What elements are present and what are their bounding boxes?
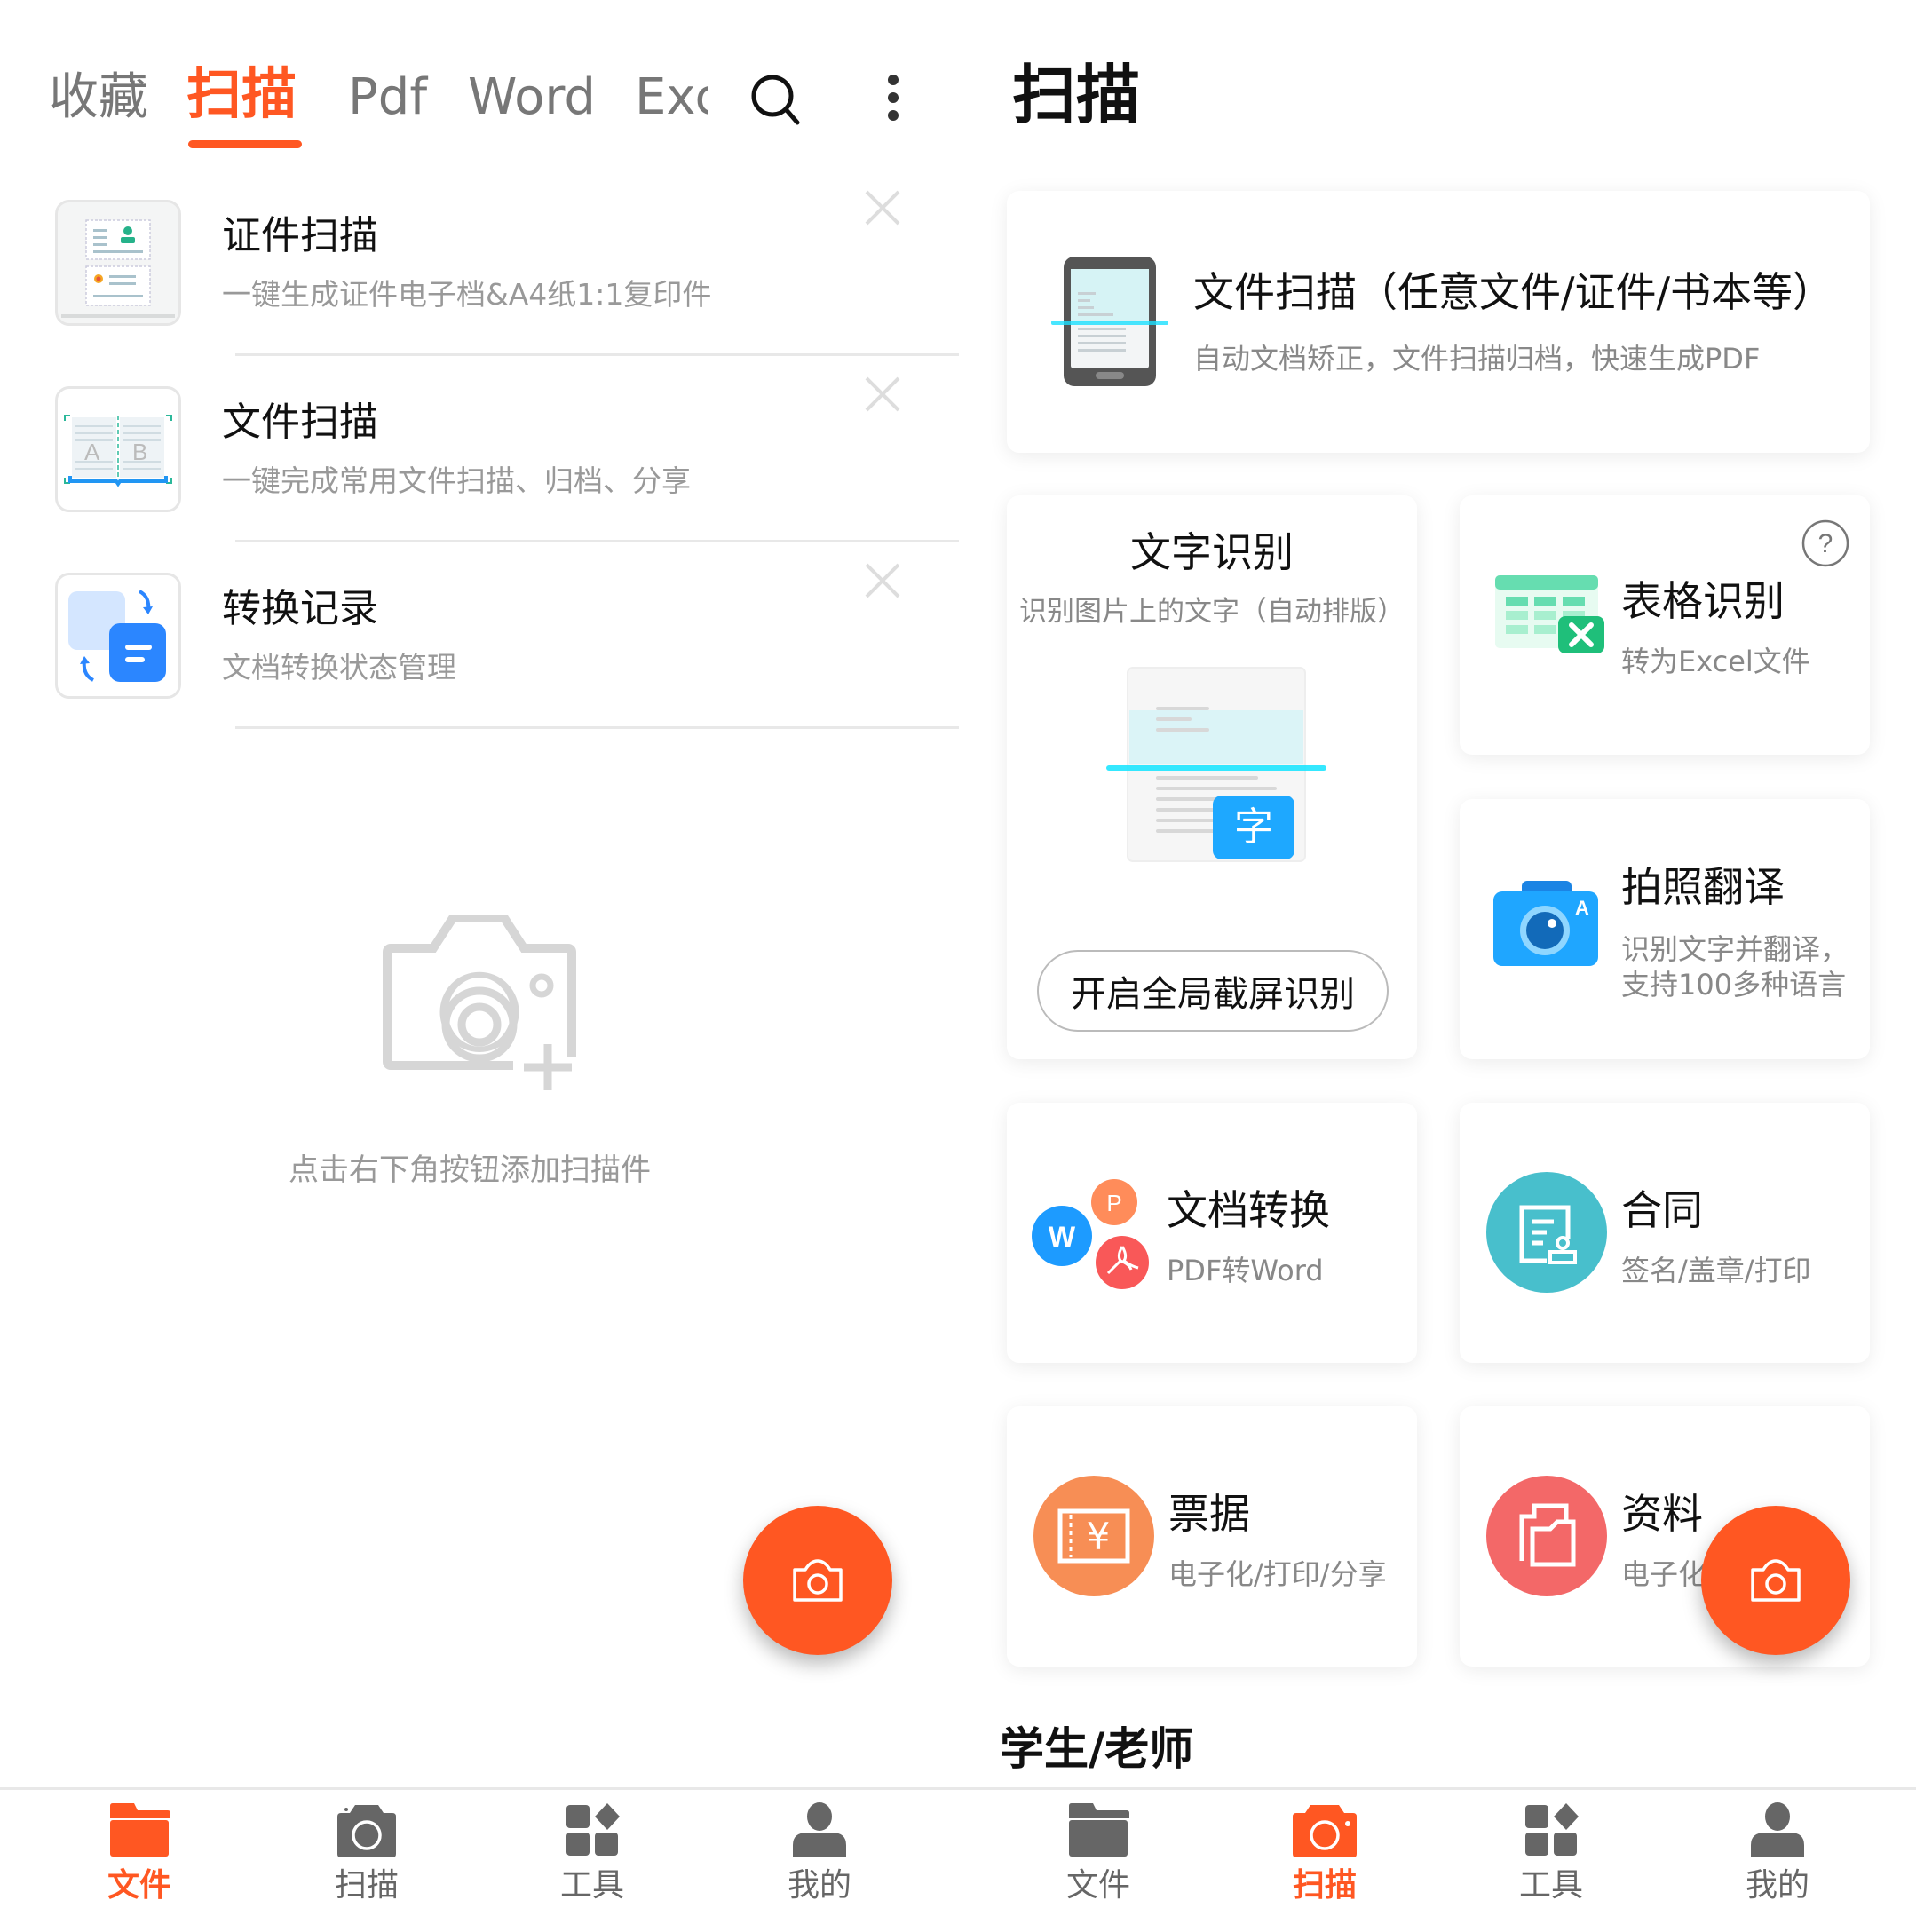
tools-icon [566,1803,620,1856]
card-title: 拍照翻译 [1621,863,1785,911]
nav-me[interactable]: 我的 [1706,1802,1849,1927]
item-subtitle: 一键完成常用文件扫描、归档、分享 [222,463,691,498]
nav-files[interactable]: 文件 [68,1802,210,1927]
svg-text:P: P [1106,1190,1121,1216]
tab-pdf[interactable]: Pdf [348,64,427,131]
item-title: 转换记录 [222,586,378,631]
card-subtitle-line: 支持100多种语言 [1621,968,1847,1002]
divider [235,353,959,356]
camera-icon [793,1559,843,1602]
card-subtitle: 签名/盖章/打印 [1621,1254,1811,1287]
nav-tools[interactable]: 工具 [1480,1802,1622,1927]
card-title: 文件扫描（任意文件/证件/书本等） [1193,268,1833,316]
tab-favorites[interactable]: 收藏 [49,64,148,131]
doc-convert-card[interactable]: P W 文档转换 PDF转Word [1007,1103,1417,1363]
scan-fab-button[interactable] [743,1506,892,1655]
item-title: 文件扫描 [222,400,378,445]
folder-icon [1069,1803,1129,1857]
nav-label: 工具 [559,1867,624,1904]
nav-label: 我的 [1745,1867,1809,1904]
user-icon [793,1802,846,1857]
user-icon [1751,1802,1804,1857]
nav-tools[interactable]: 工具 [521,1802,663,1927]
id-card-scan-icon [55,200,181,326]
scan-fab-button[interactable] [1701,1506,1850,1655]
contract-icon [1486,1172,1607,1293]
card-subtitle: 电子化 [1621,1557,1707,1591]
ocr-card[interactable]: 文字识别 识别图片上的文字（自动排版） 字 开启全局截屏识别 [1007,495,1417,1059]
enable-screenshot-ocr-button[interactable]: 开启全局截屏识别 [1037,950,1389,1032]
page-title: 扫描 [1012,58,1141,132]
tools-icon [1525,1803,1579,1856]
tab-excel[interactable]: Exc [635,64,708,131]
folder-icon [110,1803,170,1857]
search-icon[interactable] [748,71,804,128]
nav-label: 扫描 [1292,1867,1357,1904]
svg-text:?: ? [1818,529,1833,558]
nav-label: 文件 [107,1867,171,1904]
active-tab-indicator [188,140,302,148]
close-icon[interactable] [863,561,902,600]
svg-text:A: A [1575,897,1589,919]
svg-text:W: W [1049,1221,1076,1253]
item-title: 证件扫描 [222,213,378,258]
card-title: 票据 [1168,1490,1250,1538]
divider [235,540,959,542]
photo-translate-card[interactable]: A 拍照翻译 识别文字并翻译， 支持100多种语言 [1460,799,1870,1059]
svg-text:B: B [132,439,147,465]
empty-state-text: 点击右下角按钮添加扫描件 [289,1152,651,1188]
materials-folder-icon [1486,1476,1607,1596]
card-subtitle-line: 识别文字并翻译， [1621,932,1849,966]
translate-camera-icon: A [1493,881,1598,966]
nav-label: 工具 [1518,1867,1583,1904]
bottom-nav-divider [0,1787,959,1790]
nav-label: 文件 [1065,1867,1130,1904]
nav-me[interactable]: 我的 [748,1802,891,1927]
table-excel-icon [1495,575,1604,653]
receipt-card[interactable]: ¥ 票据 电子化/打印/分享 [1007,1406,1417,1667]
svg-text:A: A [84,439,100,465]
section-title: 学生/老师 [1000,1723,1194,1775]
close-icon[interactable] [863,375,902,414]
card-title: 文字识别 [1130,528,1294,576]
add-camera-icon [383,915,576,1090]
item-subtitle: 文档转换状态管理 [222,650,456,685]
ocr-badge: 字 [1234,804,1273,850]
bottom-nav-divider [959,1787,1916,1790]
divider [235,726,959,729]
card-title: 资料 [1621,1490,1703,1538]
book-scan-icon: A B [55,386,181,512]
camera-icon [1293,1805,1357,1857]
convert-record-icon [55,573,181,699]
tab-word[interactable]: Word [468,64,596,131]
nav-label: 我的 [787,1867,851,1904]
file-scan-card[interactable]: 文件扫描（任意文件/证件/书本等） 自动文档矫正，文件扫描归档，快速生成PDF [1007,191,1870,453]
more-vertical-icon[interactable] [883,73,904,123]
contract-card[interactable]: 合同 签名/盖章/打印 [1460,1103,1870,1363]
ocr-document-icon: 字 [1106,667,1326,862]
phone-scan-icon [1051,257,1168,386]
camera-icon [1751,1559,1801,1602]
card-subtitle: PDF转Word [1167,1254,1324,1287]
wps-convert-icon: P W [1032,1179,1149,1289]
card-subtitle: 自动文档矫正，文件扫描归档，快速生成PDF [1193,342,1761,376]
card-subtitle: 转为Excel文件 [1621,645,1810,678]
card-title: 文档转换 [1167,1186,1330,1234]
nav-files[interactable]: 文件 [1027,1802,1169,1927]
card-title: 合同 [1621,1186,1703,1234]
camera-icon [337,1805,396,1857]
tab-scan[interactable]: 扫描 [186,60,297,128]
item-subtitle: 一键生成证件电子档&A4纸1:1复印件 [222,277,712,312]
nav-scan[interactable]: 扫描 [1254,1802,1396,1927]
nav-scan[interactable]: 扫描 [296,1802,438,1927]
receipt-icon: ¥ [1033,1476,1154,1596]
help-icon[interactable]: ? [1801,519,1850,568]
card-subtitle: 识别图片上的文字（自动排版） [1019,596,1405,628]
card-title: 表格识别 [1621,577,1785,625]
svg-text:¥: ¥ [1087,1515,1111,1558]
close-icon[interactable] [863,188,902,227]
nav-label: 扫描 [334,1867,399,1904]
table-recognition-card[interactable]: ? 表格识别 转为Excel文件 [1460,495,1870,755]
card-subtitle: 电子化/打印/分享 [1168,1557,1387,1591]
